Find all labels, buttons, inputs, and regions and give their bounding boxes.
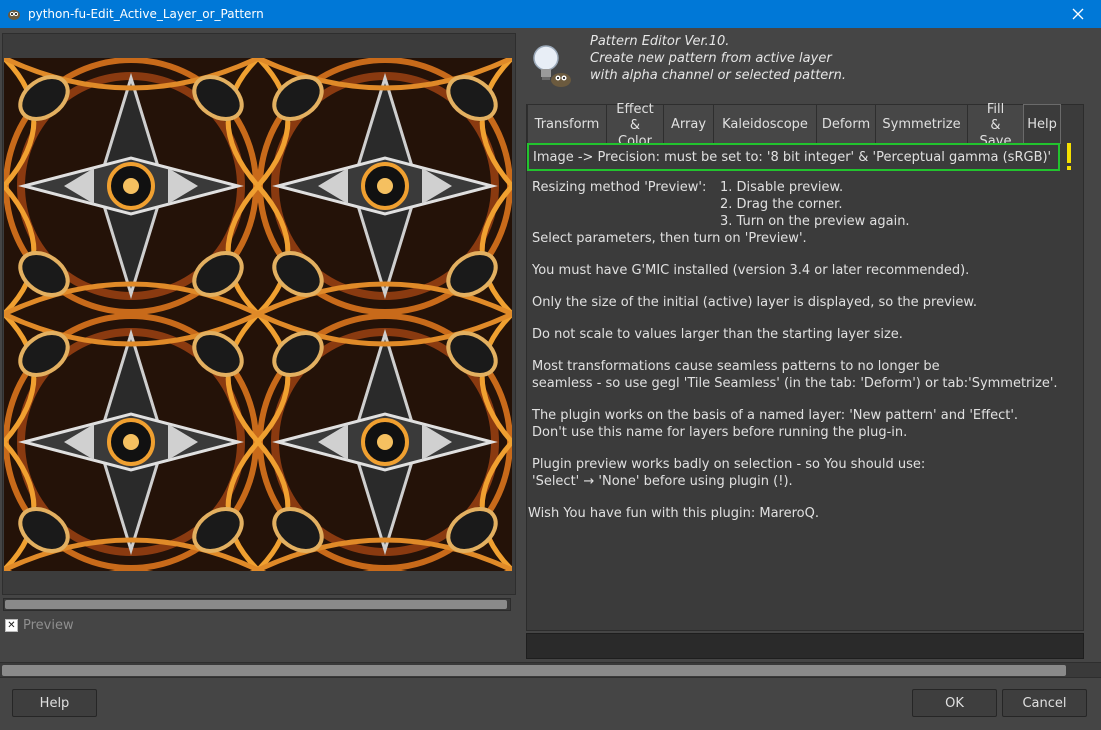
help-button-label: Help xyxy=(39,695,70,711)
help-button[interactable]: Help xyxy=(12,689,97,717)
selection-text-1: Plugin preview works badly on selection … xyxy=(532,457,926,472)
selection-text-2: 'Select' → 'None' before using plugin (!… xyxy=(532,474,793,489)
status-bar xyxy=(526,633,1084,659)
cancel-button-label: Cancel xyxy=(1022,695,1067,711)
close-icon xyxy=(1072,8,1084,20)
plugin-header: Pattern Editor Ver.10. Create new patter… xyxy=(590,33,846,84)
resize-step-2: 2. Drag the corner. xyxy=(720,197,843,212)
resize-step-3: 3. Turn on the preview again. xyxy=(720,214,910,229)
tab-label: Deform xyxy=(821,116,871,132)
help-text: Resizing method 'Preview': 1. Disable pr… xyxy=(528,179,1082,522)
tab-deform[interactable]: Deform xyxy=(816,104,876,144)
lightbulb-gimp-icon xyxy=(533,45,571,87)
tab-bar: Transform Effect & Color Array Kaleidosc… xyxy=(527,101,1061,149)
resize-method-label: Resizing method 'Preview': xyxy=(532,180,707,195)
dialog-scrollbar-thumb[interactable] xyxy=(2,665,1066,676)
tab-label: Array xyxy=(671,116,707,132)
pattern-preview-art xyxy=(4,58,512,571)
have-fun-text: Wish You have fun with this plugin: Mare… xyxy=(528,506,819,521)
close-button[interactable] xyxy=(1055,0,1101,28)
scale-note-text: Do not scale to values larger than the s… xyxy=(532,327,903,342)
tab-kaleidoscope[interactable]: Kaleidoscope xyxy=(713,104,817,144)
tab-help[interactable]: Help xyxy=(1023,104,1061,144)
preview-checkbox-box[interactable]: ✕ xyxy=(5,619,18,632)
resize-step-1: 1. Disable preview. xyxy=(720,180,844,195)
precision-warning: Image -> Precision: must be set to: '8 b… xyxy=(527,143,1060,171)
header-line-3: with alpha channel or selected pattern. xyxy=(590,68,847,83)
gmic-text: You must have G'MIC installed (version 3… xyxy=(532,263,970,278)
precision-warning-text: Image -> Precision: must be set to: '8 b… xyxy=(533,149,1052,165)
title-bar: python-fu-Edit_Active_Layer_or_Pattern xyxy=(0,0,1101,28)
tab-transform[interactable]: Transform xyxy=(527,104,607,144)
tab-label: Symmetrize xyxy=(882,116,961,132)
tab-label: Kaleidoscope xyxy=(722,116,808,132)
tab-symmetrize[interactable]: Symmetrize xyxy=(875,104,968,144)
pattern-preview-image[interactable] xyxy=(4,58,512,571)
resize-step-row-3: 3. Turn on the preview again. xyxy=(532,213,1082,230)
size-note-text: Only the size of the initial (active) la… xyxy=(532,295,977,310)
named-layer-text-1: The plugin works on the basis of a named… xyxy=(532,408,1019,423)
gimp-icon xyxy=(8,10,20,20)
tab-label-line-1: Fill xyxy=(986,101,1005,117)
tab-effect-color[interactable]: Effect & Color xyxy=(606,101,664,149)
seamless-text-1: Most transformations cause seamless patt… xyxy=(532,359,940,374)
select-params-text: Select parameters, then turn on 'Preview… xyxy=(532,231,807,246)
ok-button-label: OK xyxy=(945,695,964,711)
header-line-2: Create new pattern from active layer xyxy=(590,51,832,66)
preview-checkbox[interactable]: ✕ Preview xyxy=(5,618,74,633)
cancel-button[interactable]: Cancel xyxy=(1002,689,1087,717)
preview-scrollbar-thumb[interactable] xyxy=(5,600,507,609)
tab-label: Transform xyxy=(534,116,600,132)
seamless-text-2: seamless - so use gegl 'Tile Seamless' (… xyxy=(532,376,1058,391)
tab-label-line-1: Effect xyxy=(616,101,654,117)
header-line-1: Pattern Editor Ver.10. xyxy=(590,34,730,49)
tab-label: Help xyxy=(1027,116,1057,132)
window-title: python-fu-Edit_Active_Layer_or_Pattern xyxy=(28,7,264,21)
resize-step-row-2: 2. Drag the corner. xyxy=(532,196,1082,213)
dialog-scrollbar[interactable] xyxy=(0,662,1101,678)
named-layer-text-2: Don't use this name for layers before ru… xyxy=(532,425,908,440)
ok-button[interactable]: OK xyxy=(912,689,997,717)
preview-checkbox-label: Preview xyxy=(23,618,74,633)
exclamation-icon xyxy=(1067,143,1071,170)
preview-scrollbar[interactable] xyxy=(3,598,511,611)
resize-method: Resizing method 'Preview': 1. Disable pr… xyxy=(532,179,1082,196)
tab-array[interactable]: Array xyxy=(663,104,714,144)
tab-fill-save[interactable]: Fill & Save xyxy=(967,101,1024,149)
